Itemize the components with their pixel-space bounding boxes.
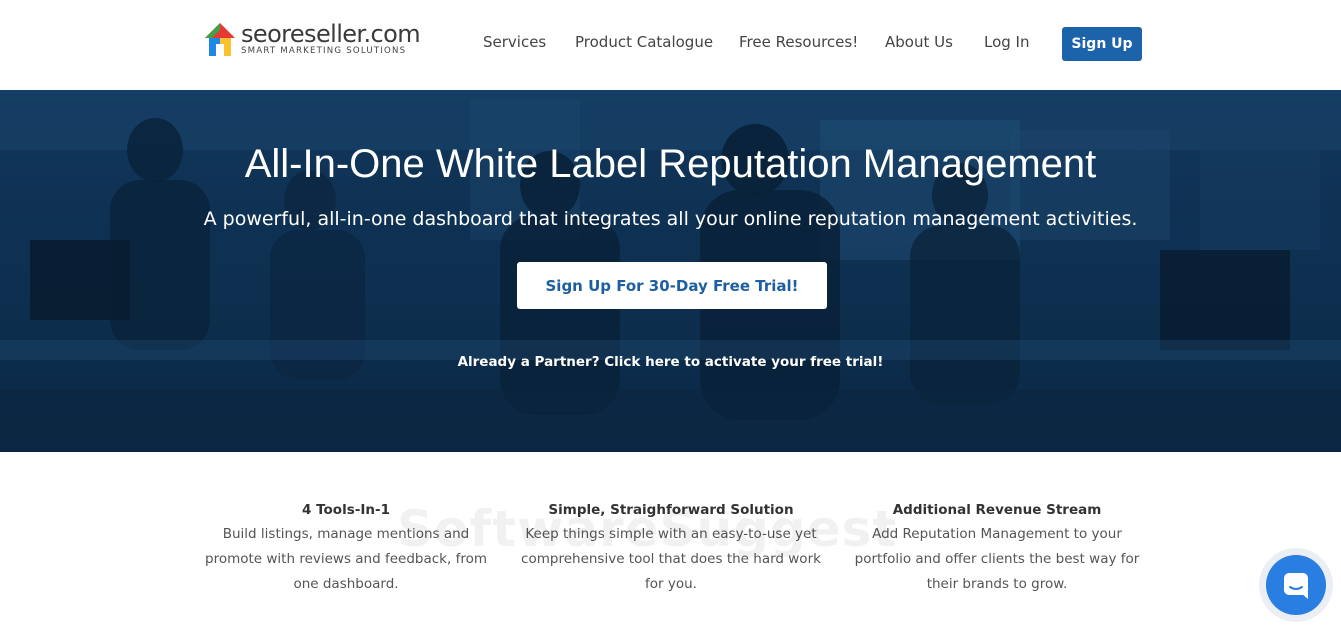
- feature-description: Keep things simple with an easy-to-use y…: [521, 526, 821, 592]
- feature-title: Additional Revenue Stream: [892, 502, 1102, 518]
- feature-simple-solution: Simple, Straighforward Solution Keep thi…: [521, 501, 821, 597]
- features-section: 4 Tools-In-1 Build listings, manage ment…: [0, 452, 1341, 627]
- hero-title: All-In-One White Label Reputation Manage…: [244, 142, 1097, 186]
- feature-tools: 4 Tools-In-1 Build listings, manage ment…: [196, 501, 496, 597]
- feature-title: Simple, Straighforward Solution: [548, 502, 794, 518]
- feature-title: 4 Tools-In-1: [302, 502, 390, 518]
- chat-bubble-icon[interactable]: [1266, 555, 1326, 615]
- site-header: seoreseller.com SMART MARKETING SOLUTION…: [0, 0, 1341, 90]
- nav-services[interactable]: Services: [483, 33, 546, 51]
- hero-subtitle: A powerful, all-in-one dashboard that in…: [203, 208, 1138, 230]
- hero-banner: All-In-One White Label Reputation Manage…: [0, 90, 1341, 452]
- nav-free-resources[interactable]: Free Resources!: [739, 33, 858, 51]
- partner-activate-link[interactable]: Already a Partner? Click here to activat…: [0, 354, 1341, 370]
- feature-description: Add Reputation Management to your portfo…: [854, 526, 1140, 592]
- nav-product-catalogue[interactable]: Product Catalogue: [575, 33, 713, 51]
- free-trial-button[interactable]: Sign Up For 30-Day Free Trial!: [517, 262, 827, 309]
- nav-about-us[interactable]: About Us: [885, 33, 953, 51]
- nav-log-in[interactable]: Log In: [984, 33, 1030, 51]
- sign-up-button[interactable]: Sign Up: [1062, 27, 1142, 61]
- feature-description: Build listings, manage mentions and prom…: [205, 526, 487, 592]
- feature-revenue-stream: Additional Revenue Stream Add Reputation…: [847, 501, 1147, 597]
